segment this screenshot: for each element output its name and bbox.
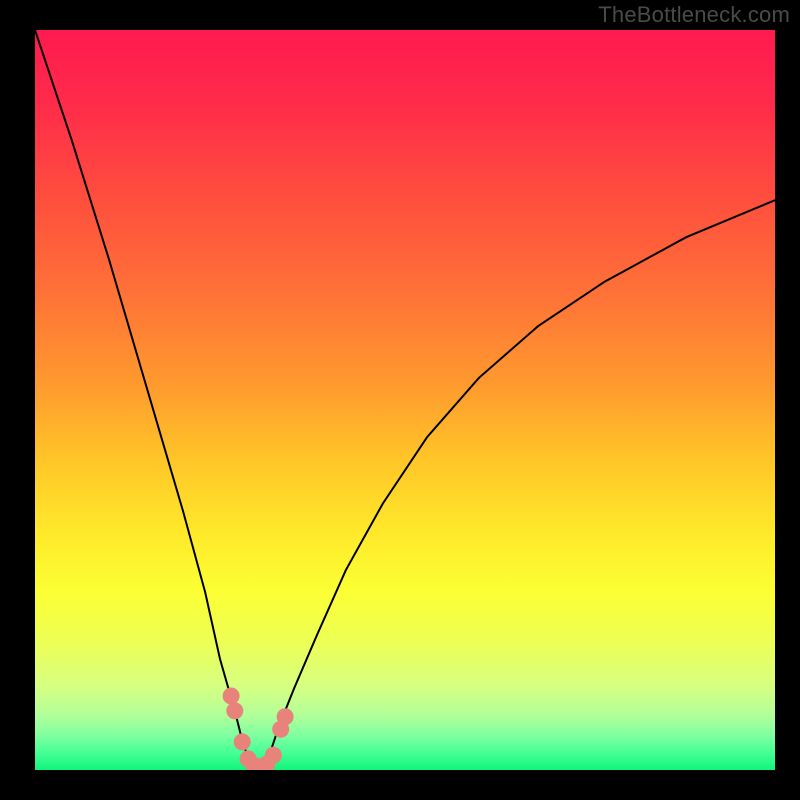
chart-frame: TheBottleneck.com bbox=[0, 0, 800, 800]
watermark-text: TheBottleneck.com bbox=[598, 2, 790, 28]
highlight-dot bbox=[223, 687, 240, 704]
highlight-dot bbox=[234, 733, 251, 750]
highlight-dot bbox=[265, 747, 282, 764]
bottleneck-chart bbox=[35, 30, 775, 770]
highlight-dot bbox=[226, 702, 243, 719]
gradient-background bbox=[35, 30, 775, 770]
highlight-dot bbox=[277, 708, 294, 725]
